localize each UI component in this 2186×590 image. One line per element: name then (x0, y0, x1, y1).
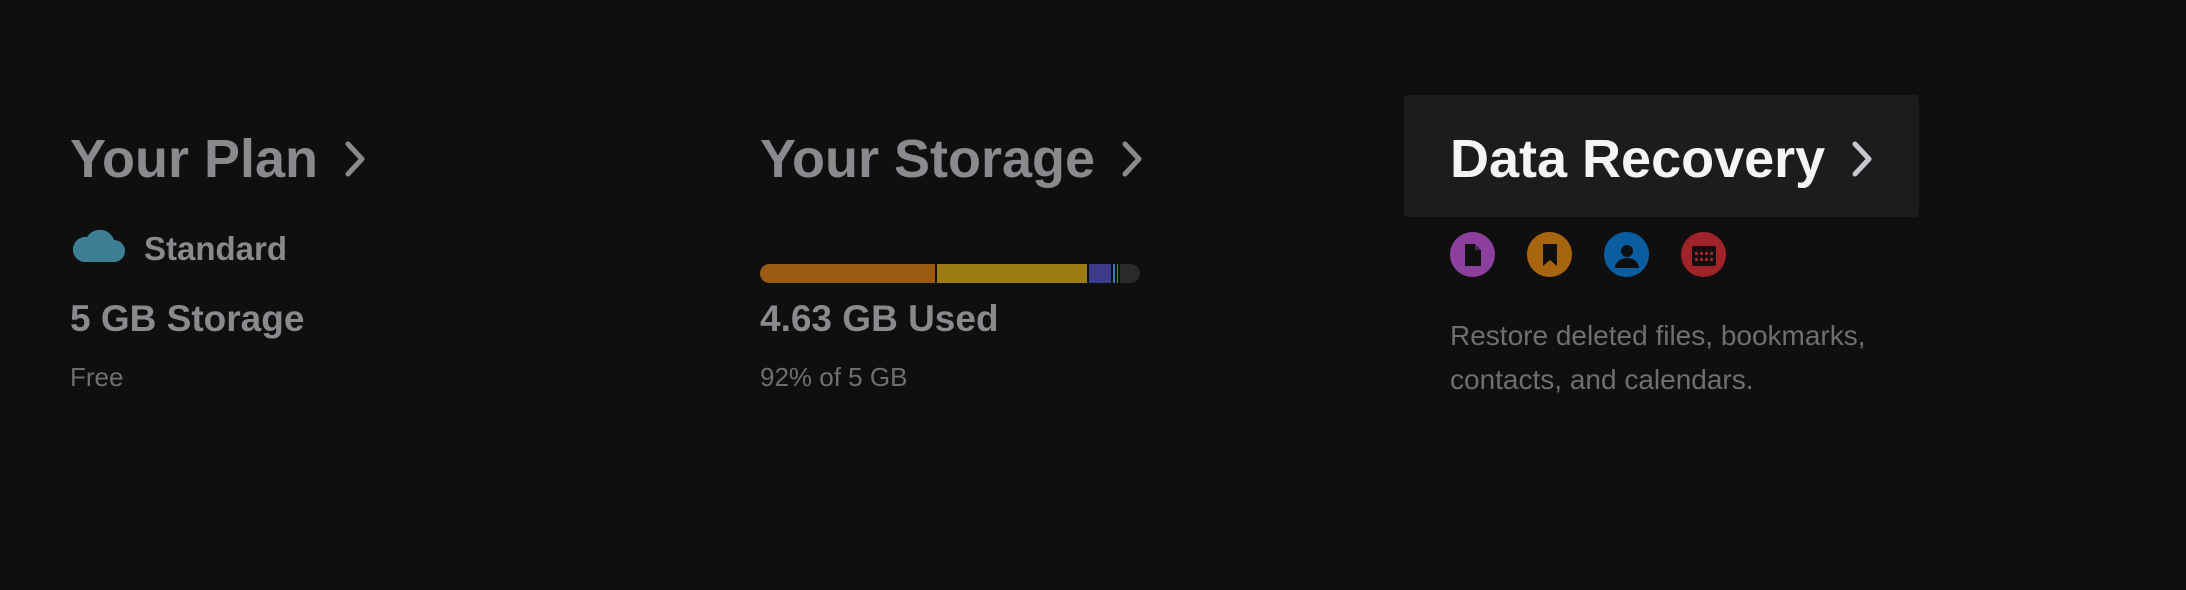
storage-bar-segment (1117, 264, 1120, 283)
plan-tier: Standard (70, 226, 287, 272)
data-recovery-link[interactable]: Data Recovery (1450, 128, 1877, 190)
storage-used: 4.63 GB Used (760, 298, 999, 339)
your-storage-link[interactable]: Your Storage (760, 128, 1147, 190)
plan-storage-amount: 5 GB Storage (70, 298, 305, 339)
your-storage-title: Your Storage (760, 129, 1096, 189)
chevron-right-icon (340, 139, 370, 179)
your-plan-link[interactable]: Your Plan (70, 128, 370, 190)
contact-icon (1604, 232, 1649, 277)
calendar-icon (1681, 232, 1726, 277)
storage-bar-segment (934, 264, 1087, 283)
bookmark-icon (1527, 232, 1572, 277)
your-plan-title: Your Plan (70, 129, 319, 189)
storage-usage-bar (760, 264, 1140, 283)
data-recovery-description: Restore deleted files, bookmarks, contac… (1450, 320, 1866, 395)
cloud-icon (70, 226, 126, 272)
data-recovery-title: Data Recovery (1450, 129, 1826, 189)
plan-price: Free (70, 362, 124, 392)
chevron-right-icon (1847, 139, 1877, 179)
storage-percent: 92% of 5 GB (760, 362, 908, 392)
storage-bar-segment (760, 264, 935, 283)
chevron-right-icon (1117, 139, 1147, 179)
recovery-icons (1450, 232, 1726, 277)
plan-tier-label: Standard (144, 230, 288, 267)
storage-bar-segment (1086, 264, 1112, 283)
file-icon (1450, 232, 1495, 277)
